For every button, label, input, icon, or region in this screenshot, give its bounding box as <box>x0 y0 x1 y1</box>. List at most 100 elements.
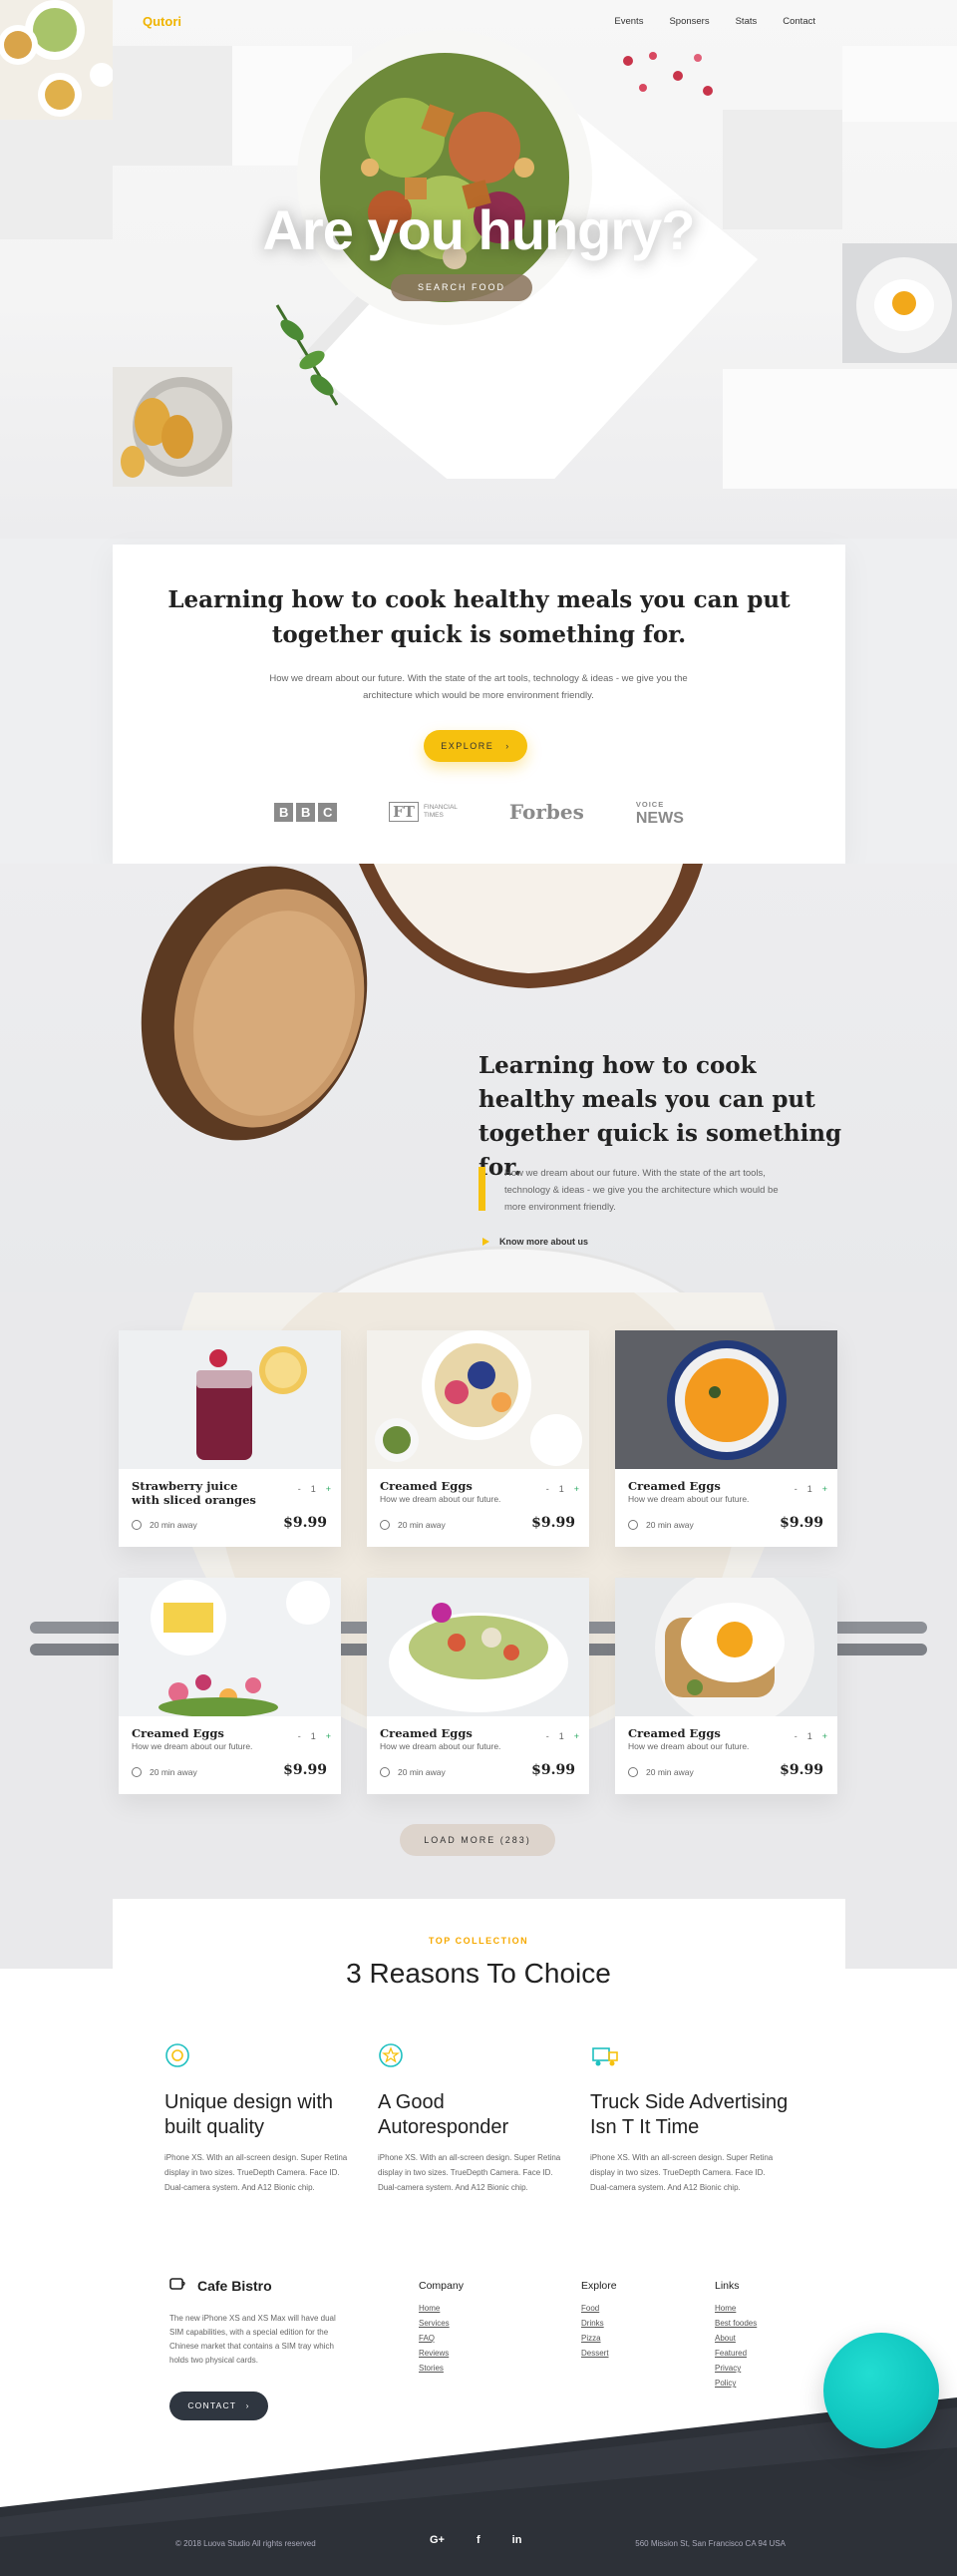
footer-link[interactable]: Best foodes <box>715 2316 757 2331</box>
search-food-button[interactable]: SEARCH FOOD <box>391 274 532 301</box>
quantity-stepper: - 1 + <box>298 1484 331 1494</box>
quantity-value: 1 <box>558 1484 564 1494</box>
feature-body: How we dream about our future. With the … <box>504 1168 779 1213</box>
footer-column-title: Links <box>715 2280 740 2292</box>
footer-column-title: Explore <box>581 2280 617 2292</box>
nav-link-stats[interactable]: Stats <box>736 16 758 27</box>
product-card[interactable]: Creamed Eggs How we dream about our futu… <box>119 1578 341 1794</box>
footer-link[interactable]: Food <box>581 2301 617 2316</box>
footer-link[interactable]: Reviews <box>419 2346 464 2361</box>
facebook-icon[interactable]: f <box>477 2534 480 2546</box>
instagram-icon[interactable]: in <box>512 2534 522 2546</box>
decrease-button[interactable]: - <box>546 1731 549 1741</box>
grid-tile <box>113 46 232 166</box>
decrease-button[interactable]: - <box>298 1731 301 1741</box>
google-plus-icon[interactable]: G+ <box>430 2534 445 2546</box>
delivery-time-text: 20 min away <box>150 1767 197 1777</box>
increase-button[interactable]: + <box>326 1731 331 1741</box>
delivery-time-text: 20 min away <box>646 1520 694 1530</box>
nav-link-sponsers[interactable]: Sponsers <box>669 16 709 27</box>
grid-tile <box>842 369 957 489</box>
decrease-button[interactable]: - <box>298 1484 301 1494</box>
intro-body: How we dream about our future. With the … <box>269 673 688 701</box>
product-card[interactable]: Creamed Eggs How we dream about our futu… <box>615 1330 837 1547</box>
explore-button[interactable]: EXPLORE › <box>424 730 527 762</box>
reason-item: Unique design with built quality iPhone … <box>164 2042 364 2195</box>
decrease-button[interactable]: - <box>546 1484 549 1494</box>
product-image <box>615 1578 837 1716</box>
hero-title: Are you hungry? <box>262 198 695 261</box>
pomegranate-image <box>608 46 718 106</box>
product-title: Creamed Eggs <box>628 1726 721 1740</box>
product-price: $9.99 <box>283 1762 327 1778</box>
know-more-link[interactable]: Know more about us <box>482 1237 588 1247</box>
nav-link-contact[interactable]: Contact <box>783 16 815 27</box>
footer-about: The new iPhone XS and XS Max will have d… <box>169 2314 336 2365</box>
chevron-right-icon: › <box>505 741 510 751</box>
increase-button[interactable]: + <box>822 1731 827 1741</box>
footer-address: 560 Mission St, San Francisco CA 94 USA <box>635 2539 786 2548</box>
product-price: $9.99 <box>531 1762 575 1778</box>
footer-link[interactable]: Dessert <box>581 2346 617 2361</box>
footer-link[interactable]: Drinks <box>581 2316 617 2331</box>
footer-link[interactable]: Home <box>419 2301 464 2316</box>
delivery-time-text: 20 min away <box>150 1520 197 1530</box>
increase-button[interactable]: + <box>574 1731 579 1741</box>
product-description: How we dream about our future. <box>380 1741 501 1751</box>
chat-bubble-button[interactable] <box>823 2333 939 2448</box>
quantity-value: 1 <box>310 1731 316 1741</box>
bbc-logo: B B C <box>274 802 338 822</box>
social-links: G+ f in <box>430 2534 521 2546</box>
decrease-button[interactable]: - <box>795 1484 798 1494</box>
increase-button[interactable]: + <box>574 1484 579 1494</box>
know-more-label: Know more about us <box>499 1237 589 1247</box>
site-logo[interactable]: Qutori <box>143 14 181 29</box>
delivery-time-text: 20 min away <box>398 1767 446 1777</box>
quantity-value: 1 <box>806 1484 812 1494</box>
intro-heading: Learning how to cook healthy meals you c… <box>167 586 791 648</box>
footer-column-links: Links Home Best foodes About Featured Pr… <box>715 2280 757 2391</box>
footer-link[interactable]: Services <box>419 2316 464 2331</box>
quantity-stepper: - 1 + <box>795 1484 827 1494</box>
product-card[interactable]: Creamed Eggs How we dream about our futu… <box>367 1330 589 1547</box>
product-card[interactable]: Creamed Eggs How we dream about our futu… <box>367 1578 589 1794</box>
delivery-time-text: 20 min away <box>646 1767 694 1777</box>
footer-brand[interactable]: Cafe Bistro <box>169 2276 272 2295</box>
footer-link[interactable]: Policy <box>715 2376 757 2391</box>
reason-title: Truck Side Advertising Isn T It Time <box>590 2091 789 2138</box>
footer-link[interactable]: Featured <box>715 2346 757 2361</box>
product-card[interactable]: Creamed Eggs How we dream about our futu… <box>615 1578 837 1794</box>
footer-link[interactable]: Home <box>715 2301 757 2316</box>
clock-icon <box>132 1767 142 1777</box>
bbc-letter: C <box>318 802 338 822</box>
bbc-letter: B <box>274 802 294 822</box>
herb-image <box>267 295 347 415</box>
increase-button[interactable]: + <box>326 1484 331 1494</box>
footer-link[interactable]: FAQ <box>419 2331 464 2346</box>
clock-icon <box>132 1520 142 1530</box>
delivery-time: 20 min away <box>628 1520 694 1530</box>
quantity-value: 1 <box>558 1731 564 1741</box>
contact-button[interactable]: CONTACT › <box>169 2392 268 2420</box>
coffee-cup-icon <box>169 2276 187 2295</box>
ft-text-line: TIMES <box>423 812 444 819</box>
product-title: Strawberry juice with sliced oranges <box>132 1479 256 1507</box>
footer-link[interactable]: Stories <box>419 2361 464 2376</box>
clock-icon <box>380 1520 390 1530</box>
reason-title: Unique design with built quality <box>164 2091 333 2138</box>
product-image <box>367 1578 589 1716</box>
nav-link-events[interactable]: Events <box>614 16 643 27</box>
decrease-button[interactable]: - <box>795 1731 798 1741</box>
quantity-stepper: - 1 + <box>298 1731 331 1741</box>
footer-link[interactable]: Privacy <box>715 2361 757 2376</box>
load-more-button[interactable]: LOAD MORE (283) <box>400 1824 555 1856</box>
footer: Cafe Bistro The new iPhone XS and XS Max… <box>0 2248 957 2576</box>
delivery-time: 20 min away <box>132 1767 197 1777</box>
footer-link[interactable]: About <box>715 2331 757 2346</box>
delivery-time: 20 min away <box>628 1767 694 1777</box>
footer-link[interactable]: Pizza <box>581 2331 617 2346</box>
increase-button[interactable]: + <box>822 1484 827 1494</box>
quantity-stepper: - 1 + <box>795 1731 827 1741</box>
clock-icon <box>628 1767 638 1777</box>
product-card[interactable]: Strawberry juice with sliced oranges - 1… <box>119 1330 341 1547</box>
